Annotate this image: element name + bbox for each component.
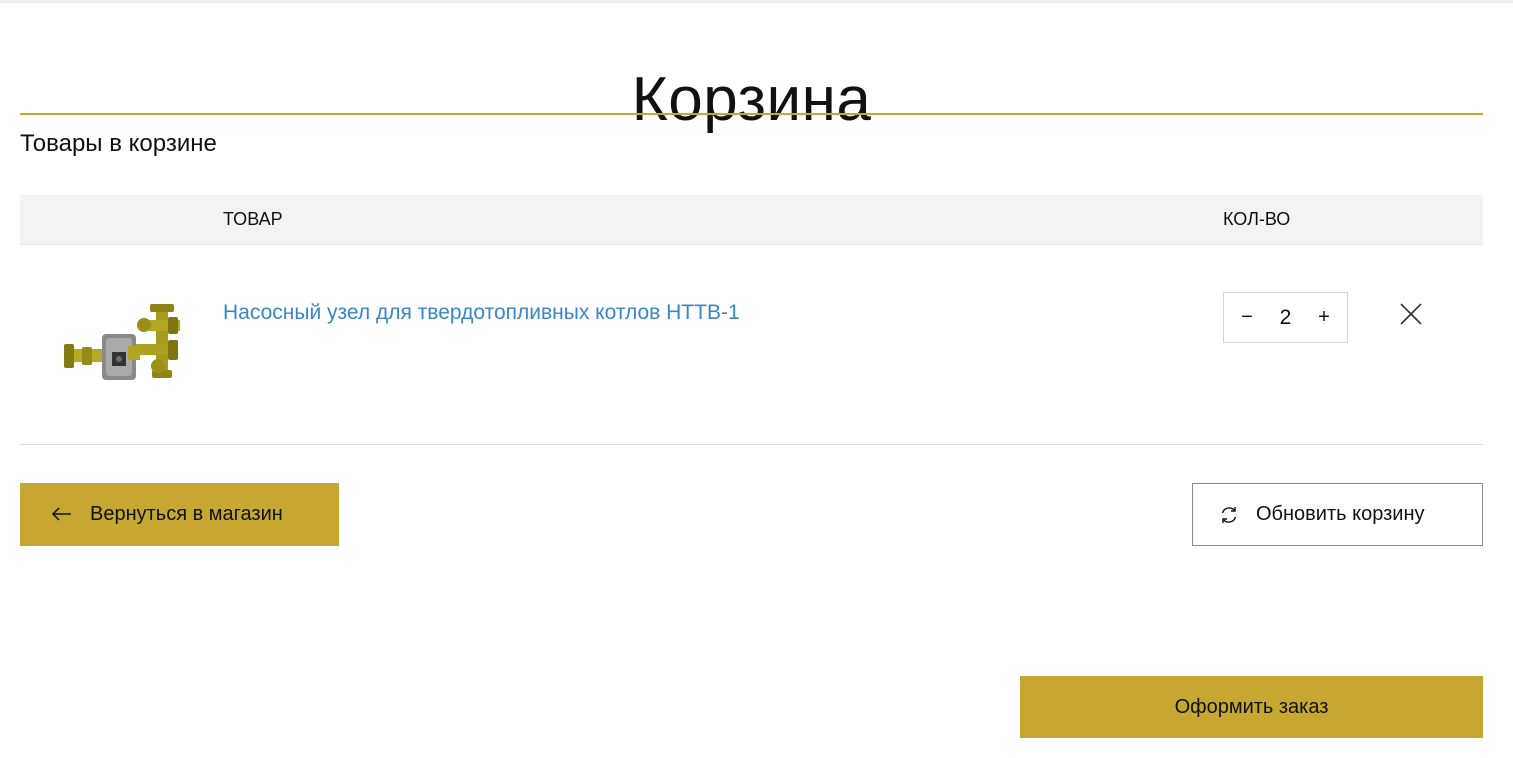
- quantity-decrease-button[interactable]: −: [1228, 293, 1266, 342]
- close-icon: [1400, 303, 1422, 325]
- quantity-stepper: − 2 +: [1223, 292, 1348, 343]
- remove-item-button[interactable]: [1398, 301, 1424, 327]
- cart-item-row: Насосный узел для твердотопливных котлов…: [20, 245, 1483, 445]
- section-title: Товары в корзине: [20, 130, 217, 157]
- checkout-button[interactable]: Оформить заказ: [1020, 676, 1483, 738]
- product-thumbnail[interactable]: [64, 300, 180, 384]
- column-header-product: ТОВАР: [223, 209, 283, 229]
- page-title: Корзина: [631, 64, 872, 134]
- back-to-shop-label: Вернуться в магазин: [90, 503, 283, 525]
- update-cart-button[interactable]: Обновить корзину: [1192, 483, 1483, 546]
- refresh-icon: [1221, 507, 1237, 523]
- title-divider: [20, 113, 1483, 115]
- update-cart-label: Обновить корзину: [1256, 503, 1425, 525]
- product-name-link[interactable]: Насосный узел для твердотопливных котлов…: [223, 299, 740, 327]
- arrow-left-icon: [51, 507, 71, 521]
- cart-table-header: ТОВАР КОЛ-ВО: [20, 195, 1483, 245]
- back-to-shop-button[interactable]: Вернуться в магазин: [20, 483, 339, 546]
- column-header-quantity: КОЛ-ВО: [1223, 209, 1291, 229]
- top-border: [0, 0, 1513, 3]
- quantity-increase-button[interactable]: +: [1305, 293, 1343, 342]
- quantity-value[interactable]: 2: [1264, 293, 1307, 342]
